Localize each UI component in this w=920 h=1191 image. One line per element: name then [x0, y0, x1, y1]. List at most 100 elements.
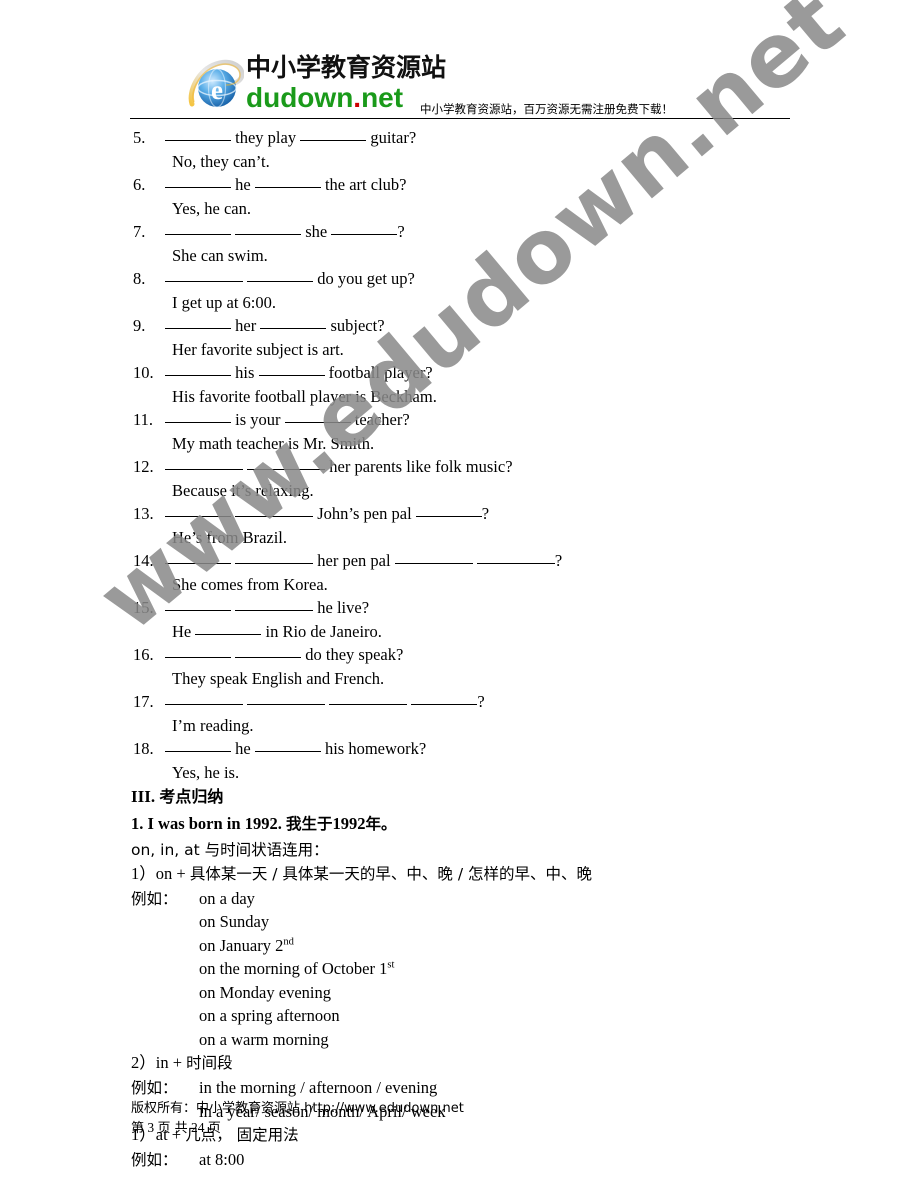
answer-blank[interactable] — [165, 550, 231, 564]
answer-blank[interactable] — [165, 456, 243, 470]
answer-blank[interactable] — [247, 691, 326, 705]
answer-blank[interactable] — [165, 221, 231, 235]
grammar-example-label: 例如： — [131, 889, 178, 908]
header-divider — [130, 118, 790, 119]
page-footer: 版权所有：中小学教育资源站 http://www.edudown.net 第 3… — [131, 1098, 831, 1138]
exercise-text-fragment: do they speak? — [301, 645, 404, 664]
exercise-answer: She comes from Korea. — [172, 574, 328, 594]
exercise-answer-prefix: He — [172, 621, 196, 641]
exercise-text-fragment: she — [301, 222, 332, 241]
answer-blank[interactable] — [394, 550, 473, 564]
answer-blank[interactable] — [165, 409, 231, 423]
section-heading: III. 考点归纳 — [0, 784, 920, 810]
answer-blank[interactable] — [195, 621, 262, 635]
answer-blank[interactable] — [254, 738, 321, 752]
grammar-example-value: at 8:00 — [199, 1150, 245, 1169]
answer-blank[interactable] — [235, 644, 302, 658]
answer-blank[interactable] — [165, 268, 243, 282]
exercise-question: 18. he his homework? — [0, 737, 920, 761]
answer-blank[interactable] — [235, 221, 302, 235]
exercise-text-fragment: her pen pal — [313, 551, 395, 570]
answer-blank[interactable] — [235, 597, 314, 611]
exercise-text-fragment: subject? — [326, 316, 385, 335]
answer-blank[interactable] — [165, 738, 231, 752]
logo-text: 中小学教育资源站 dudown.net — [246, 56, 446, 112]
grammar-intro-text: on, in, at 与时间状语连用： — [131, 841, 329, 859]
exercise-question: 5. they play guitar? — [0, 126, 920, 150]
answer-blank[interactable] — [254, 174, 321, 188]
answer-blank[interactable] — [260, 315, 327, 329]
answer-blank[interactable] — [331, 221, 398, 235]
answer-blank[interactable] — [329, 691, 408, 705]
document-page: www.edudown.net e 中小学教育资源站 dudown.net 中小… — [0, 0, 920, 1191]
footer-pagination: 第 3 页 共 24 页 — [131, 1118, 831, 1138]
exercise-answer: I get up at 6:00. — [172, 292, 277, 312]
exercise-text-fragment: teacher? — [350, 410, 410, 429]
answer-blank[interactable] — [165, 362, 231, 376]
exercise-number: 6. — [133, 175, 146, 194]
answer-blank[interactable] — [165, 315, 231, 329]
exercise-answer: Yes, he can. — [172, 198, 251, 218]
answer-blank[interactable] — [165, 644, 231, 658]
exercise-text-fragment: John’s pen pal — [313, 504, 416, 523]
exercise-text-fragment: his homework? — [320, 739, 427, 758]
section-heading-title: 考点归纳 — [159, 787, 224, 806]
exercise-answer: I’m reading. — [172, 715, 254, 735]
footer-copyright: 版权所有：中小学教育资源站 http://www.edudown.net — [131, 1098, 831, 1118]
answer-blank[interactable] — [247, 268, 314, 282]
exercise-question: 6. he the art club? — [0, 173, 920, 197]
logo-latin-name: dudown.net — [246, 84, 446, 112]
exercise-question-body: do they speak? — [165, 643, 403, 667]
exercise-question-body: John’s pen pal ? — [165, 502, 489, 526]
exercise-question-body: her pen pal ? — [165, 549, 562, 573]
answer-blank[interactable] — [165, 503, 231, 517]
grammar-intro: on, in, at 与时间状语连用： — [0, 838, 920, 862]
answer-blank[interactable] — [415, 503, 482, 517]
grammar-point-1-chinese: 我生于 — [285, 815, 333, 833]
exercise-text-fragment: football player? — [324, 363, 433, 382]
site-logo: e 中小学教育资源站 dudown.net — [188, 56, 446, 114]
answer-blank[interactable] — [235, 503, 314, 517]
answer-blank[interactable] — [165, 174, 231, 188]
grammar-example-label: 例如： — [131, 1079, 178, 1097]
internet-explorer-e-icon: e — [188, 58, 245, 114]
exercise-text-fragment: he — [231, 739, 255, 758]
grammar-example-label: 例如： — [131, 1151, 178, 1169]
logo-latin-tld: net — [361, 82, 404, 113]
answer-blank[interactable] — [165, 597, 231, 611]
grammar-rule-heading: 1）on + 具体某一天 / 具体某一天的早、中、晚 / 怎样的早、中、晚 — [0, 862, 920, 887]
exercise-number: 13. — [133, 504, 154, 523]
exercise-list: 5. they play guitar? No, they can’t. 6. he… — [0, 126, 920, 784]
exercise-question-body: her parents like folk music? — [165, 455, 513, 479]
answer-blank[interactable] — [165, 127, 231, 141]
exercise-answer: They speak English and French. — [172, 668, 385, 688]
grammar-example-value: on a warm morning — [199, 1029, 329, 1049]
exercise-number: 8. — [133, 269, 146, 288]
answer-blank[interactable] — [258, 362, 325, 376]
exercise-text-fragment: they play — [231, 128, 301, 147]
exercise-question: 7. she ? — [0, 220, 920, 244]
grammar-example-value: on the morning of October 1st — [199, 959, 395, 978]
grammar-rule-label: 1）on + — [131, 863, 190, 883]
answer-blank[interactable] — [247, 456, 326, 470]
page-header: e 中小学教育资源站 dudown.net 中小学教育资源站，百万资源无需注册免… — [0, 0, 920, 120]
exercise-answer-suffix: in Rio de Janeiro. — [261, 621, 382, 641]
answer-blank[interactable] — [300, 127, 367, 141]
answer-blank[interactable] — [284, 409, 351, 423]
exercise-text-fragment: do you get up? — [313, 269, 415, 288]
answer-blank[interactable] — [165, 691, 243, 705]
answer-blank[interactable] — [411, 691, 478, 705]
answer-blank[interactable] — [476, 550, 555, 564]
grammar-example-value: on a day — [199, 888, 255, 908]
exercise-question-body: he live? — [165, 596, 369, 620]
exercise-text-fragment: ? — [554, 551, 563, 570]
grammar-example-value: on Monday evening — [199, 982, 331, 1002]
logo-latin-green: dudown — [246, 82, 354, 113]
exercise-question-body: she ? — [165, 220, 405, 244]
exercise-question-body: is your teacher? — [165, 408, 410, 432]
exercise-text-fragment: he — [231, 175, 255, 194]
logo-latin-dot: . — [353, 82, 362, 113]
answer-blank[interactable] — [235, 550, 314, 564]
exercise-question: 9. her subject? — [0, 314, 920, 338]
exercise-text-fragment: is your — [231, 410, 285, 429]
